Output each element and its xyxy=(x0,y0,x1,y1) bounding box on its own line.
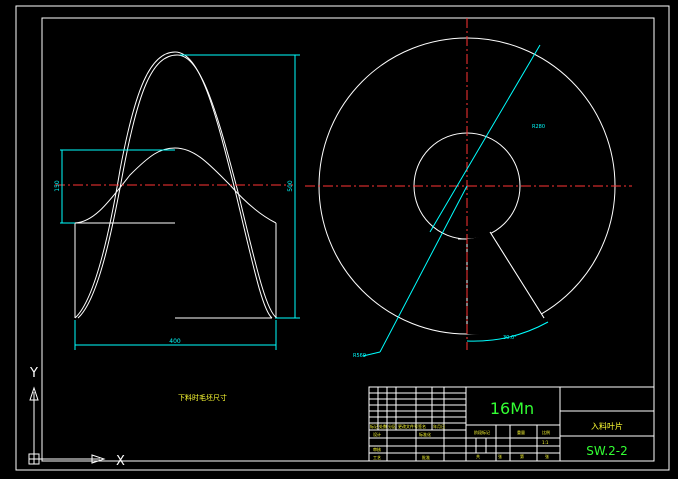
tb-label-zone: 分区 xyxy=(388,423,396,429)
tb-label-approve: 批准 xyxy=(422,454,430,460)
tb-scale-value: 1:1 xyxy=(542,440,549,445)
tb-label-weight: 重量 xyxy=(517,429,525,435)
dim-radius-outer: R569 xyxy=(353,353,366,359)
tb-label-review: 审核 xyxy=(373,446,381,452)
dim-width-bottom: 400 xyxy=(169,338,181,345)
drawing-number: SW.2-2 xyxy=(586,444,628,458)
dim-angle: 30.0° xyxy=(503,335,517,341)
dim-height-right: 500 xyxy=(287,180,294,192)
tb-sheet-total: 共 xyxy=(476,453,480,459)
title-block-labels: 标记 处数 分区 更改文件号 签名 年月日 设计 审核 工艺 标准化 批准 阶段… xyxy=(370,423,550,460)
sector-gap xyxy=(467,232,544,335)
tb-label-standard: 标准化 xyxy=(419,431,431,437)
tb-label-design: 设计 xyxy=(373,431,381,437)
tb-label-date: 年月日 xyxy=(433,423,445,429)
part-name: 入料叶片 xyxy=(591,421,623,431)
material-label: 16Mn xyxy=(490,399,534,418)
dim-radius-inner: R280 xyxy=(532,124,545,130)
tb-sheet-no: 第 xyxy=(520,453,524,459)
tb-label-scale: 比例 xyxy=(542,429,550,435)
dim-height-left: 150 xyxy=(54,180,61,192)
blank-size-note: 下料时毛坯尺寸 xyxy=(178,393,227,402)
ucs-x-label: X xyxy=(116,454,125,469)
tb-label-stage: 阶段标记 xyxy=(474,429,490,435)
ucs-y-label: Y xyxy=(29,366,38,381)
dimensions-left xyxy=(60,54,300,350)
tb-sheet-unit-b: 张 xyxy=(545,453,549,459)
tb-label-sign: 签名 xyxy=(418,423,426,429)
tb-label-process: 工艺 xyxy=(373,455,381,460)
tb-label-change-doc: 更改文件号 xyxy=(398,423,418,429)
inner-frame xyxy=(41,17,655,462)
tb-label-count: 处数 xyxy=(379,423,387,429)
tb-sheet-unit-a: 张 xyxy=(498,453,502,459)
tb-label-mark: 标记 xyxy=(370,423,378,429)
cad-drawing-canvas[interactable]: 400 500 150 R280 R569 30.0° 下料时毛坯尺寸 标记 处… xyxy=(0,0,678,479)
outer-frame xyxy=(15,5,670,471)
ucs-icon xyxy=(28,386,106,465)
